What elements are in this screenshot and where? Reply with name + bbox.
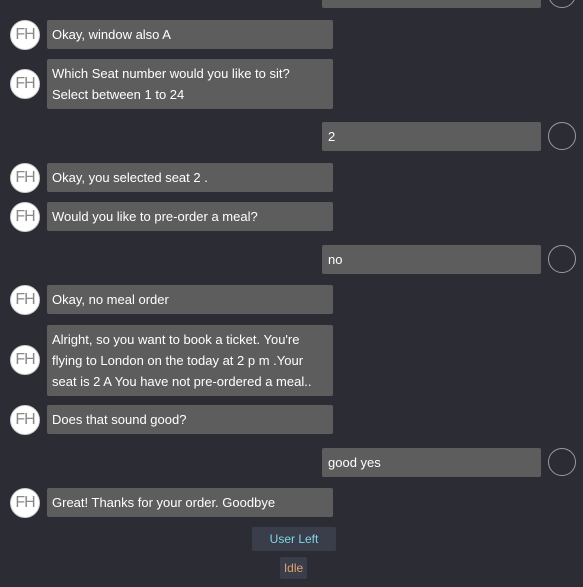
bot-message: Okay, you selected seat 2 . bbox=[47, 163, 333, 192]
bot-avatar-icon: FH bbox=[10, 20, 40, 50]
bot-avatar-icon: FH bbox=[10, 405, 40, 435]
user-avatar-icon bbox=[548, 122, 576, 150]
bot-message: Does that sound good? bbox=[47, 405, 333, 434]
user-avatar-icon bbox=[548, 245, 576, 273]
status-badge-idle: Idle bbox=[280, 557, 307, 579]
bot-avatar-icon: FH bbox=[10, 202, 40, 232]
user-message: no bbox=[322, 245, 541, 274]
bot-avatar-icon: FH bbox=[10, 488, 40, 518]
user-message-partial bbox=[322, 0, 541, 8]
bot-message: Okay, window also A bbox=[47, 20, 333, 49]
bot-message: Which Seat number would you like to sit?… bbox=[47, 59, 333, 109]
bot-avatar-icon: FH bbox=[10, 163, 40, 193]
bot-message: Would you like to pre-order a meal? bbox=[47, 202, 333, 231]
bot-message: Okay, no meal order bbox=[47, 285, 333, 314]
chat-transcript: FH Okay, window also A FH Which Seat num… bbox=[0, 0, 583, 587]
status-badge-user-left: User Left bbox=[252, 527, 336, 551]
user-message: 2 bbox=[322, 122, 541, 151]
user-avatar-icon bbox=[548, 0, 576, 8]
bot-message: Alright, so you want to book a ticket. Y… bbox=[47, 325, 333, 396]
user-avatar-icon bbox=[548, 448, 576, 476]
bot-avatar-icon: FH bbox=[10, 345, 40, 375]
bot-avatar-icon: FH bbox=[10, 285, 40, 315]
bot-avatar-icon: FH bbox=[10, 69, 40, 99]
bot-message: Great! Thanks for your order. Goodbye bbox=[47, 488, 333, 517]
user-message: good yes bbox=[322, 448, 541, 477]
